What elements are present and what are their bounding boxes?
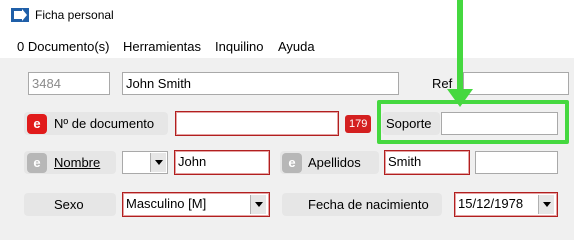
chevron-down-icon[interactable] <box>150 153 166 172</box>
apellidos-edit-badge[interactable]: e <box>282 153 302 173</box>
nombre-edit-badge[interactable]: e <box>27 153 47 173</box>
nombre-field[interactable]: John <box>174 150 270 175</box>
chevron-down-icon[interactable] <box>250 195 266 214</box>
sexo-label: Sexo <box>54 197 84 212</box>
menu-ayuda[interactable]: Ayuda <box>278 39 315 54</box>
apellido1-field[interactable]: Smith <box>384 150 470 175</box>
menu-herramientas[interactable]: Herramientas <box>123 39 201 54</box>
doc-number-field[interactable] <box>175 111 339 136</box>
apellido2-field[interactable] <box>475 151 558 174</box>
annotation-arrow-icon <box>447 89 473 107</box>
menu-documentos[interactable]: 0 Documento(s) <box>17 39 109 54</box>
apellidos-label: Apellidos <box>308 155 361 170</box>
ref-field[interactable] <box>463 72 569 95</box>
nombre-label: Nombre <box>54 155 101 170</box>
app-arrow-icon <box>11 8 29 22</box>
doc-number-label: Nº de documento <box>54 116 155 131</box>
sexo-select[interactable]: Masculino [M] <box>122 192 270 217</box>
doc-count-badge: 179 <box>345 115 372 133</box>
window-title: Ficha personal <box>35 8 114 22</box>
highlight-box <box>377 100 569 144</box>
chevron-down-icon[interactable] <box>538 195 554 214</box>
full-name-field[interactable]: John Smith <box>122 72 399 95</box>
doc-edit-badge[interactable]: e <box>27 114 47 134</box>
fecha-nacimiento-label: Fecha de nacimiento <box>308 197 429 212</box>
id-field[interactable]: 3484 <box>28 72 110 95</box>
annotation-arrow-shaft <box>457 0 463 95</box>
menu-inquilino[interactable]: Inquilino <box>215 39 263 54</box>
